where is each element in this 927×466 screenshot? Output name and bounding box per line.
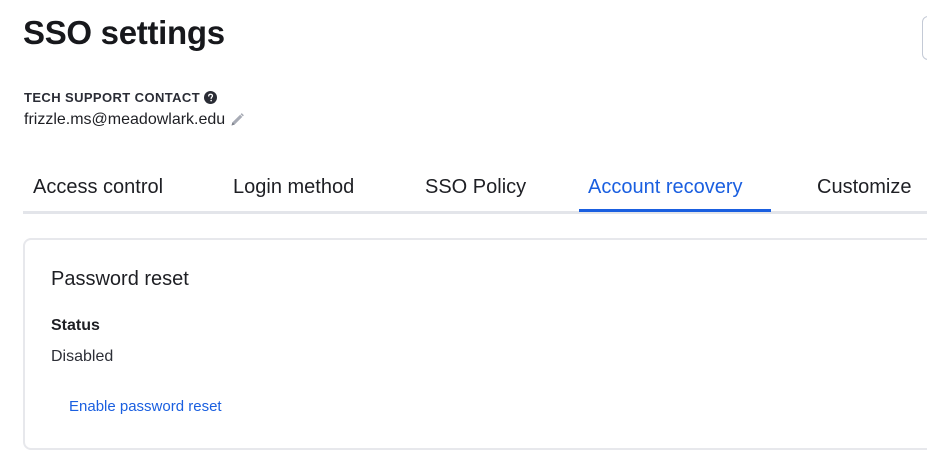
tech-support-contact-label: TECH SUPPORT CONTACT xyxy=(24,90,201,105)
tab-login-method[interactable]: Login method xyxy=(233,176,354,199)
pencil-icon[interactable] xyxy=(229,112,245,128)
tech-support-contact-label-row: TECH SUPPORT CONTACT xyxy=(24,90,218,105)
tech-support-contact-value-row: frizzle.ms@meadowlark.edu xyxy=(24,111,245,129)
settings-tabs: Access control Login method SSO Policy A… xyxy=(23,168,927,214)
status-value: Disabled xyxy=(51,348,114,365)
sso-settings-page: SSO settings TECH SUPPORT CONTACT frizzl… xyxy=(0,0,927,466)
active-tab-indicator xyxy=(579,209,771,212)
enable-password-reset-link[interactable]: Enable password reset xyxy=(69,398,222,415)
tab-account-recovery[interactable]: Account recovery xyxy=(588,176,743,199)
page-title: SSO settings xyxy=(23,14,225,51)
tech-support-contact-email: frizzle.ms@meadowlark.edu xyxy=(24,111,226,128)
password-reset-title: Password reset xyxy=(51,268,189,290)
status-label: Status xyxy=(51,317,100,334)
tab-customize[interactable]: Customize xyxy=(817,176,911,199)
password-reset-card: Password reset Status Disabled Enable pa… xyxy=(23,238,927,450)
tab-sso-policy[interactable]: SSO Policy xyxy=(425,176,526,199)
header-action-button[interactable] xyxy=(922,16,927,60)
question-circle-icon[interactable] xyxy=(204,91,218,104)
tab-access-control[interactable]: Access control xyxy=(33,176,163,199)
